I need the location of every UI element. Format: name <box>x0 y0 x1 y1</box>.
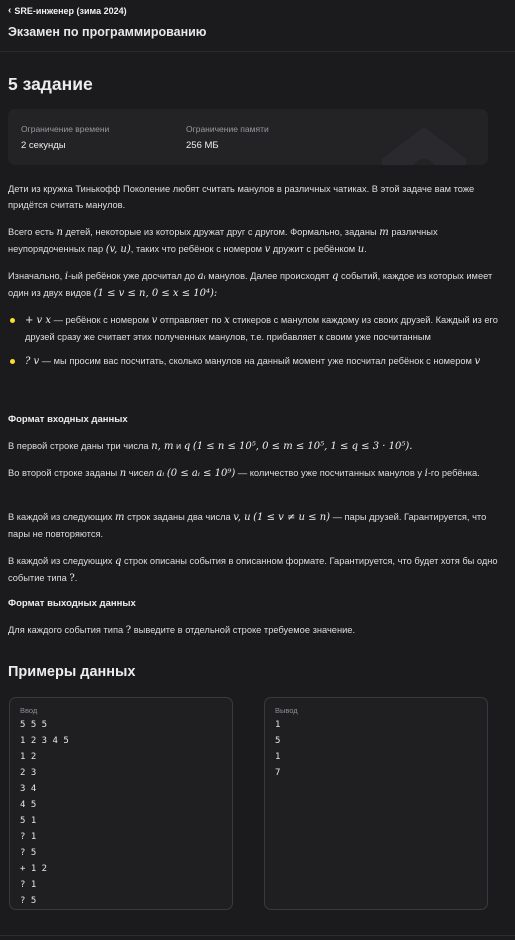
examples-title: Примеры данных <box>8 664 136 680</box>
list-item: + v x — ребёнок с номером v отправляет п… <box>8 312 500 345</box>
bullet-dot <box>10 359 15 364</box>
list-item: 7 <box>275 768 281 778</box>
list-item: 1 <box>275 752 281 762</box>
list-item: 5 5 5 <box>20 720 48 730</box>
list-item: 1 2 3 4 5 <box>20 736 69 746</box>
statement-paragraph-1: Дети из кружка Тинькофф Поколение любят … <box>8 184 475 210</box>
memory-limit-value: 256 МБ <box>186 140 219 151</box>
output-format-heading: Формат выходных данных <box>8 598 136 609</box>
example-output-lines: 1 5 1 7 <box>275 717 280 781</box>
list-item: 1 2 <box>20 752 37 762</box>
statement-paragraph-3: Изначально, i-ый ребёнок уже досчитал до… <box>8 271 493 299</box>
list-item: 5 1 <box>20 816 37 826</box>
list-item: ? 1 <box>20 832 37 842</box>
task-title: 5 задание <box>8 74 93 94</box>
time-limit-label: Ограничение времени <box>21 124 110 134</box>
statement-paragraph-2: Всего есть n детей, некоторые из которых… <box>8 227 438 255</box>
input-format-paragraph-2: Во второй строке заданы n чисел aᵢ (0 ≤ … <box>8 468 480 479</box>
header-divider <box>0 51 515 52</box>
example-output-label: Вывод <box>275 706 298 715</box>
bottom-divider <box>0 935 515 936</box>
event-types-list: + v x — ребёнок с номером v отправляет п… <box>8 312 500 378</box>
list-item: ? 5 <box>20 896 37 906</box>
list-item: ? 5 <box>20 848 37 858</box>
list-item: 3 4 <box>20 784 37 794</box>
time-limit-value: 2 секунды <box>21 140 66 151</box>
chevron-left-icon: ‹ <box>8 5 12 16</box>
input-format-paragraph-4: В каждой из следующих q строк описаны со… <box>8 556 498 584</box>
exam-title: Экзамен по программированию <box>8 25 207 39</box>
home-watermark-icon <box>382 127 466 165</box>
list-item: ? v — мы просим вас посчитать, сколько м… <box>8 353 500 370</box>
list-item: ? 1 <box>20 880 37 890</box>
example-output-box[interactable]: Вывод 1 5 1 7 <box>264 697 488 910</box>
limits-card: Ограничение времени 2 секунды Ограничени… <box>8 109 488 165</box>
input-format-paragraph-3: В каждой из следующих m строк заданы два… <box>8 512 487 539</box>
example-input-label: Ввод <box>20 706 38 715</box>
example-input-lines: 5 5 5 1 2 3 4 5 1 2 2 3 3 4 4 5 5 1 ? 1 … <box>20 717 69 909</box>
memory-limit-label: Ограничение памяти <box>186 124 269 134</box>
list-item: 2 3 <box>20 768 37 778</box>
list-item: + 1 2 <box>20 864 48 874</box>
list-item: 5 <box>275 736 281 746</box>
list-item: 1 <box>275 720 281 730</box>
back-link-label: SRE-инженер (зима 2024) <box>14 6 127 16</box>
back-link[interactable]: ‹ SRE-инженер (зима 2024) <box>8 5 127 17</box>
list-item: 4 5 <box>20 800 37 810</box>
bullet-dot <box>10 318 15 323</box>
example-input-box[interactable]: Ввод 5 5 5 1 2 3 4 5 1 2 2 3 3 4 4 5 5 1… <box>9 697 233 910</box>
input-format-heading: Формат входных данных <box>8 414 128 425</box>
output-format-paragraph: Для каждого события типа ? выведите в от… <box>8 625 356 636</box>
input-format-paragraph-1: В первой строке даны три числа n, m и q … <box>8 441 413 452</box>
